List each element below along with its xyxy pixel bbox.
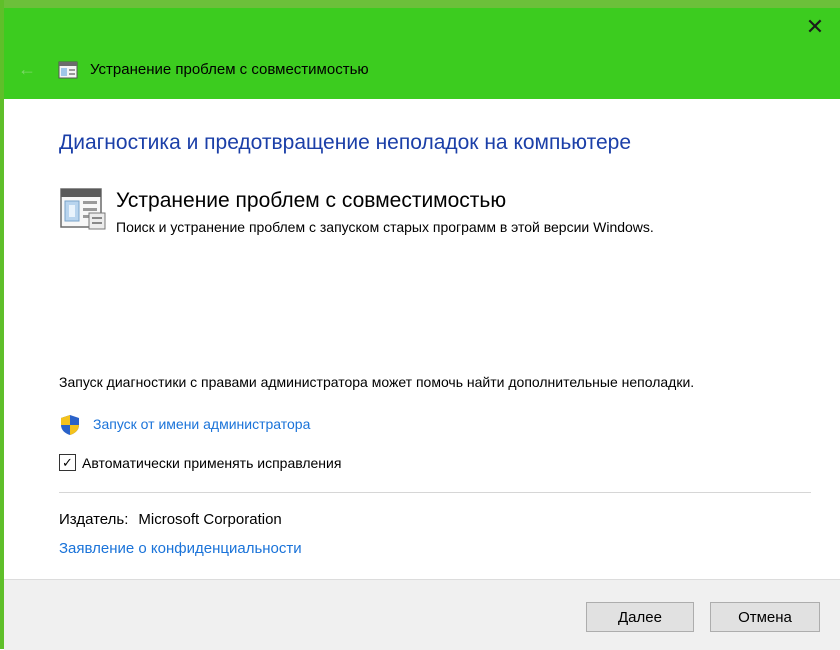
publisher-row: Издатель: Microsoft Corporation (59, 511, 282, 528)
close-icon: ✕ (805, 14, 825, 39)
page-heading: Диагностика и предотвращение неполадок н… (59, 131, 632, 154)
next-button[interactable]: Далее (586, 602, 694, 632)
troubleshooter-description: Поиск и устранение проблем с запуском ст… (116, 219, 654, 235)
back-arrow-icon: ← (18, 58, 36, 79)
back-button[interactable]: ← (14, 58, 40, 80)
auto-apply-label[interactable]: Автоматически применять исправления (82, 455, 341, 471)
compatibility-troubleshooter-icon (60, 188, 106, 230)
close-button[interactable]: ✕ (800, 14, 830, 40)
run-as-admin-link[interactable]: Запуск от имени администратора (93, 416, 310, 432)
auto-apply-checkbox[interactable]: ✓ (59, 454, 76, 471)
publisher-value: Microsoft Corporation (138, 511, 282, 528)
publisher-label: Издатель: (59, 511, 129, 528)
window-title: Устранение проблем с совместимостью (90, 61, 369, 78)
cancel-button[interactable]: Отмена (710, 602, 820, 632)
troubleshooter-title[interactable]: Устранение проблем с совместимостью (116, 189, 506, 213)
checkmark-icon: ✓ (62, 455, 73, 470)
main-content: Диагностика и предотвращение неполадок н… (4, 99, 840, 579)
privacy-statement-link[interactable]: Заявление о конфиденциальности (59, 540, 302, 557)
title-bar: ✕ ← Устранение проблем с совместимостью (4, 8, 840, 99)
window-top-edge (0, 0, 840, 8)
auto-apply-row[interactable]: ✓ Автоматически применять исправления (59, 454, 341, 471)
dialog-footer: Далее Отмена (4, 579, 840, 650)
uac-shield-icon (61, 415, 79, 435)
troubleshooter-small-icon (58, 61, 78, 79)
admin-note: Запуск диагностики с правами администрат… (59, 374, 695, 390)
separator (59, 492, 811, 493)
